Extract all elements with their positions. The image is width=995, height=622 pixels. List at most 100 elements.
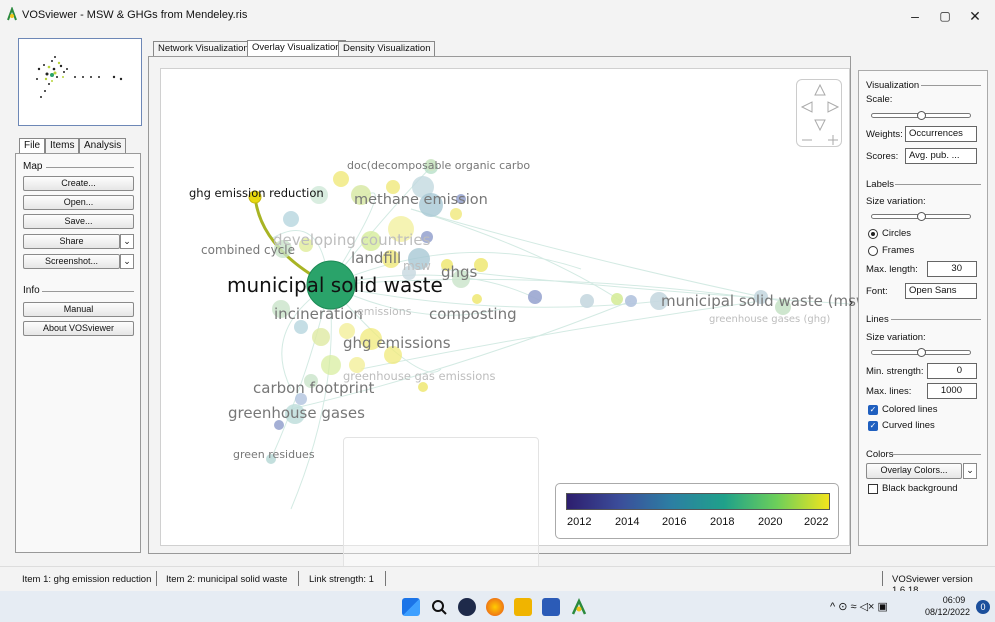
map-label[interactable]: emissions [357, 305, 412, 318]
window-title: VOSviewer - MSW & GHGs from Mendeley.ris [22, 9, 248, 21]
map-label[interactable]: doc(decomposable organic carbo [347, 159, 530, 172]
weights-label: Weights: [866, 129, 903, 140]
max-lines-spinner[interactable]: 1000 [927, 383, 977, 399]
visualization-heading: Visualization [866, 80, 920, 91]
close-button[interactable]: ✕ [960, 6, 990, 26]
map-label[interactable]: ghgs [441, 263, 477, 281]
colors-heading: Colors [866, 449, 894, 460]
map-label[interactable]: ghg emission reduction [189, 186, 324, 200]
clock-date[interactable]: 08/12/2022 [925, 607, 970, 617]
overlay-map-canvas[interactable]: doc(decomposable organic carbo ghg emiss… [160, 68, 874, 577]
weights-select[interactable]: Occurrences [905, 126, 977, 142]
create-button[interactable]: Create... [23, 176, 134, 191]
labels-heading: Labels [866, 179, 894, 190]
scale-slider[interactable] [871, 111, 971, 120]
map-label[interactable]: developing countries [273, 231, 430, 249]
slider-knob[interactable] [917, 212, 926, 221]
labels-size-slider[interactable] [871, 212, 971, 221]
scale-ticks: 2012 2014 2016 2018 2020 2022 [556, 516, 840, 530]
divider [921, 85, 981, 86]
color-scale-legend: 2012 2014 2016 2018 2020 2022 [555, 483, 839, 539]
map-label[interactable]: greenhouse gases [228, 404, 365, 422]
about-vosviewer-button[interactable]: About VOSviewer [23, 321, 134, 336]
scores-select[interactable]: Avg. pub. ... [905, 148, 977, 164]
map-section-heading: Map [23, 161, 43, 172]
tab-analysis[interactable]: Analysis [79, 138, 127, 154]
tab-density-visualization[interactable]: Density Visualization [338, 41, 436, 57]
frames-radio[interactable] [868, 246, 878, 256]
scale-tick: 2016 [662, 516, 687, 528]
tooltip-frame [343, 437, 539, 577]
system-tray-icons[interactable]: ^ ⊙ ≈ ◁× ▣ [830, 600, 888, 613]
font-select[interactable]: Open Sans [905, 283, 977, 299]
chat-icon[interactable] [458, 598, 476, 616]
font-label: Font: [866, 286, 888, 297]
left-panel: Map Create... Open... Save... Share ⌄ Sc… [15, 153, 141, 553]
minimize-button[interactable]: – [900, 6, 930, 26]
map-label[interactable]: ghg emissions [343, 334, 451, 352]
scale-tick: 2022 [804, 516, 829, 528]
map-label[interactable]: landfill [351, 249, 401, 267]
min-strength-label: Min. strength: [866, 366, 924, 377]
max-length-spinner[interactable]: 30 [927, 261, 977, 277]
scale-tick: 2020 [758, 516, 783, 528]
save-button[interactable]: Save... [23, 214, 134, 229]
pan-right-cursor-icon: › [849, 296, 854, 309]
scores-label: Scores: [866, 151, 899, 162]
tab-overlay-visualization[interactable]: Overlay Visualization [247, 40, 346, 57]
clock-time[interactable]: 06:09 [934, 595, 974, 605]
black-background-label: Black background [882, 483, 958, 494]
taskbar: ^ ⊙ ≈ ◁× ▣ 06:09 08/12/2022 0 [0, 591, 995, 622]
file-explorer-icon[interactable] [514, 598, 532, 616]
map-overview[interactable] [18, 38, 142, 126]
map-label[interactable]: msw [403, 259, 431, 273]
slider-knob[interactable] [917, 111, 926, 120]
map-label[interactable]: incineration [274, 305, 363, 323]
vosviewer-taskbar-icon[interactable] [570, 598, 588, 616]
tab-file[interactable]: File [19, 138, 46, 154]
min-strength-spinner[interactable]: 0 [927, 363, 977, 379]
screenshot-dropdown-icon[interactable]: ⌄ [120, 254, 134, 269]
max-lines-label: Max. lines: [866, 386, 912, 397]
notification-badge[interactable]: 0 [976, 600, 990, 614]
slider-knob[interactable] [917, 348, 926, 357]
map-label[interactable]: methane emission [354, 192, 488, 208]
map-label[interactable]: municipal solid waste (msw) [661, 292, 874, 310]
tab-network-visualization[interactable]: Network Visualization [153, 41, 254, 57]
map-label[interactable]: composting [429, 305, 517, 323]
status-item1: Item 1: ghg emission reduction [22, 574, 152, 585]
zoom-pan-control[interactable] [796, 79, 842, 147]
overlay-colors-dropdown-icon[interactable]: ⌄ [963, 463, 977, 479]
screenshot-button[interactable]: Screenshot... [23, 254, 120, 269]
open-button[interactable]: Open... [23, 195, 134, 210]
colored-lines-checkbox[interactable]: ✓ [868, 405, 878, 415]
status-separator [385, 571, 386, 586]
overlay-colors-button[interactable]: Overlay Colors... [866, 463, 962, 479]
divider [42, 291, 134, 292]
map-label[interactable]: carbon footprint [253, 379, 374, 397]
search-icon[interactable] [430, 598, 448, 616]
map-label[interactable]: green residues [233, 448, 315, 461]
map-label[interactable]: greenhouse gases (ghg) [709, 314, 830, 325]
scale-tick: 2018 [710, 516, 735, 528]
tab-items[interactable]: Items [45, 138, 80, 154]
max-length-label: Max. length: [866, 264, 918, 275]
status-separator [156, 571, 157, 586]
maximize-button[interactable]: ▢ [930, 6, 960, 26]
word-icon[interactable] [542, 598, 560, 616]
share-button[interactable]: Share [23, 234, 120, 249]
windows-start-icon[interactable] [402, 598, 420, 616]
lines-size-slider[interactable] [871, 348, 971, 357]
colored-lines-label: Colored lines [882, 404, 938, 415]
status-separator [298, 571, 299, 586]
firefox-icon[interactable] [486, 598, 504, 616]
title-bar: VOSviewer - MSW & GHGs from Mendeley.ris… [0, 0, 995, 30]
manual-button[interactable]: Manual [23, 302, 134, 317]
circles-radio[interactable] [868, 229, 878, 239]
black-background-checkbox[interactable] [868, 484, 878, 494]
curved-lines-label: Curved lines [882, 420, 935, 431]
divider [46, 167, 134, 168]
share-dropdown-icon[interactable]: ⌄ [120, 234, 134, 249]
map-label[interactable]: municipal solid waste [227, 273, 443, 297]
curved-lines-checkbox[interactable]: ✓ [868, 421, 878, 431]
